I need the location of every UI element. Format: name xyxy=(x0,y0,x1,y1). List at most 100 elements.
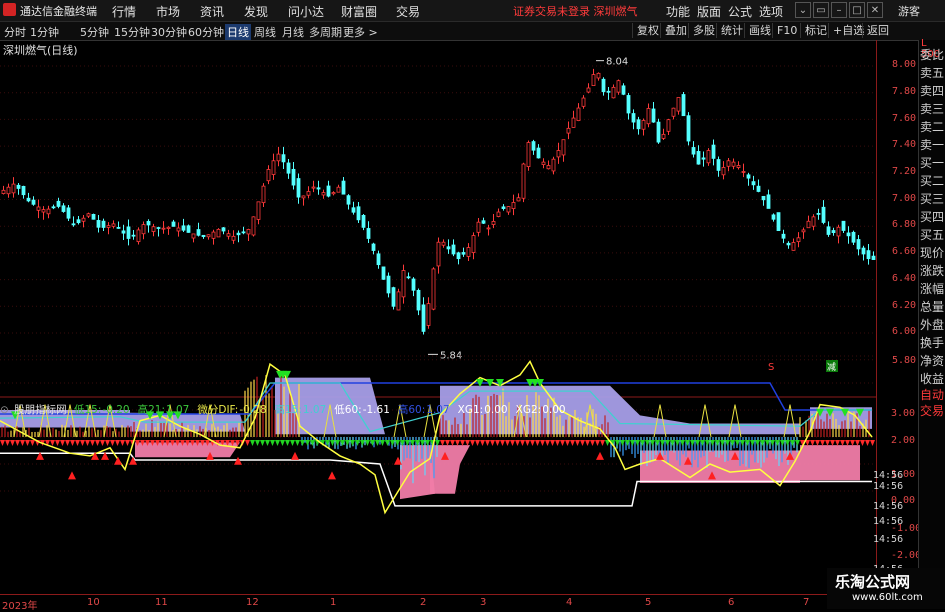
side-item[interactable]: 买三 xyxy=(920,192,945,206)
minimize-icon[interactable]: – xyxy=(831,2,847,18)
candle-body xyxy=(476,221,481,233)
candle-body xyxy=(851,231,856,243)
period-more[interactable]: 更多 > xyxy=(343,24,378,40)
zero-strip-marker xyxy=(555,440,560,446)
multi-stock-button[interactable]: 多股 xyxy=(688,23,719,38)
menu-wealth[interactable]: 财富圈 xyxy=(341,3,377,20)
draw-line-button[interactable]: 画线 xyxy=(744,23,775,38)
period-intraday[interactable]: 分时 xyxy=(4,24,26,40)
side-trade[interactable]: 交易 xyxy=(920,404,945,418)
menu-options[interactable]: 选项 xyxy=(759,3,783,20)
stats-button[interactable]: 统计 xyxy=(716,23,747,38)
candle-body xyxy=(81,217,86,222)
menu-market[interactable]: 行情 xyxy=(112,3,136,20)
close-icon[interactable]: ✕ xyxy=(867,2,883,18)
side-item[interactable]: 收益 xyxy=(920,372,945,386)
period-30min[interactable]: 30分钟 xyxy=(151,24,187,40)
period-5min[interactable]: 5分钟 xyxy=(80,24,109,40)
date-tick: 1 xyxy=(330,597,337,608)
zero-strip-marker xyxy=(575,440,580,446)
indicator-field-value: 0.00 xyxy=(542,404,566,416)
restore-icon[interactable]: ▭ xyxy=(813,2,829,18)
period-15min[interactable]: 15分钟 xyxy=(114,24,150,40)
side-item[interactable]: 外盘 xyxy=(920,318,945,332)
mark-button[interactable]: 标记 xyxy=(800,23,831,38)
price-tick: 7.80 xyxy=(892,86,917,97)
candle-body xyxy=(816,213,821,215)
side-item[interactable]: 总量 xyxy=(920,300,945,314)
menu-layout[interactable]: 版面 xyxy=(697,3,721,20)
maximize-icon[interactable]: □ xyxy=(849,2,865,18)
candle-body xyxy=(166,226,171,229)
side-item[interactable]: 卖五 xyxy=(920,66,945,80)
menu-formula[interactable]: 公式 xyxy=(728,3,752,20)
candle-body xyxy=(271,160,276,175)
candle-body xyxy=(591,74,596,87)
indicator-field-label: 微分DIF: xyxy=(197,404,239,416)
candle-body xyxy=(391,287,396,307)
side-item[interactable]: 净资 xyxy=(920,354,945,368)
zero-strip-marker xyxy=(5,440,10,446)
indicator-tick: -2.00 xyxy=(891,550,922,561)
candle-body xyxy=(266,169,271,182)
menu-function[interactable]: 功能 xyxy=(666,3,690,20)
settings-gear-icon[interactable]: ⊙ xyxy=(0,404,9,416)
menu-exchange[interactable]: 市场 xyxy=(156,3,180,20)
candle-body xyxy=(221,227,226,232)
candle-body xyxy=(566,127,571,134)
period-weekly[interactable]: 周线 xyxy=(254,24,276,40)
period-multi[interactable]: 多周期 xyxy=(309,24,342,40)
candle-body xyxy=(111,223,116,227)
side-item[interactable]: 卖三 xyxy=(920,102,945,116)
period-1min[interactable]: 1分钟 xyxy=(30,24,59,40)
period-daily[interactable]: 日线 xyxy=(225,24,251,40)
side-item[interactable]: 卖二 xyxy=(920,120,945,134)
overlay-button[interactable]: 叠加 xyxy=(660,23,691,38)
side-item[interactable]: 卖四 xyxy=(920,84,945,98)
dropdown-icon[interactable]: ⌄ xyxy=(795,2,811,18)
menu-info[interactable]: 资讯 xyxy=(200,3,224,20)
zero-strip-marker xyxy=(510,440,515,446)
adjust-button[interactable]: 复权 xyxy=(632,23,663,38)
period-monthly[interactable]: 月线 xyxy=(282,24,304,40)
chart-area[interactable]: 8.04 5.84 S 减 xyxy=(0,40,876,594)
side-item[interactable]: 换手 xyxy=(920,336,945,350)
indicator-time: 14:56 xyxy=(873,534,904,545)
side-item[interactable]: 买五 xyxy=(920,228,945,242)
candle-body xyxy=(1,189,6,194)
zero-strip-marker xyxy=(0,440,5,446)
candle-body xyxy=(596,72,601,79)
price-tick: 8.00 xyxy=(892,59,917,70)
candle-body xyxy=(776,212,781,232)
login-notice[interactable]: 证券交易未登录 深圳燃气 xyxy=(513,3,638,19)
side-item[interactable]: 涨跌 xyxy=(920,264,945,278)
menu-ask[interactable]: 问小达 xyxy=(288,3,324,20)
candle-body xyxy=(521,163,526,199)
menu-discover[interactable]: 发现 xyxy=(244,3,268,20)
side-auto[interactable]: 自动 xyxy=(920,388,945,402)
menu-trade[interactable]: 交易 xyxy=(396,3,420,20)
zero-strip-marker xyxy=(735,440,740,446)
candle-body xyxy=(286,162,291,174)
side-item[interactable]: 现价 xyxy=(920,246,945,260)
period-60min[interactable]: 60分钟 xyxy=(188,24,224,40)
f10-button[interactable]: F10 xyxy=(772,23,801,38)
side-item[interactable]: 涨幅 xyxy=(920,282,945,296)
candle-body xyxy=(321,192,326,196)
candle-body xyxy=(436,241,441,267)
side-item[interactable]: 卖一 xyxy=(920,138,945,152)
zero-strip-marker xyxy=(100,440,105,446)
side-item[interactable]: 委比 xyxy=(920,48,945,62)
guest-label[interactable]: 游客 xyxy=(898,3,920,19)
indicator-name[interactable]: 股朋指标网 xyxy=(14,404,67,416)
indicator-field-value: -0.20 xyxy=(102,404,130,416)
side-item[interactable]: 买四 xyxy=(920,210,945,224)
side-item[interactable]: 买二 xyxy=(920,174,945,188)
price-tick: 7.40 xyxy=(892,139,917,150)
back-button[interactable]: 返回 xyxy=(862,23,893,38)
candle-body xyxy=(801,229,806,233)
candle-body xyxy=(66,207,71,219)
side-item[interactable]: 买一 xyxy=(920,156,945,170)
price-tick: 6.60 xyxy=(892,246,917,257)
indicator-tick: -1.00 xyxy=(891,523,922,534)
